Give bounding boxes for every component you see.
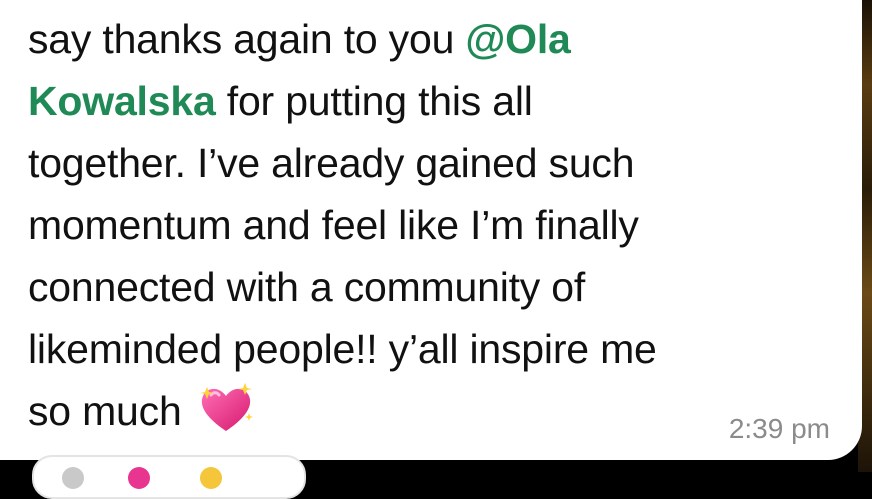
message-text: say thanks again to you @Ola Kowalska fo… [28, 8, 818, 452]
message-line-7: so much [28, 380, 818, 452]
message-timestamp: 2:39 pm [728, 413, 830, 444]
message-line-4: momentum and feel like I’m finally [28, 202, 639, 248]
message-line-1: say thanks again to you @Ola [28, 16, 571, 62]
message-line-2: Kowalska for putting this all [28, 78, 533, 124]
heart-icon[interactable] [128, 467, 150, 489]
message-line-6: likeminded people!! y’all inspire me [28, 326, 657, 372]
reactions-bar[interactable] [32, 455, 306, 499]
message-line-3: together. I’ve already gained such [28, 140, 635, 186]
mention-link-continued[interactable]: Kowalska [28, 78, 216, 124]
mention-link[interactable]: @Ola [465, 16, 570, 62]
message-line-5: connected with a community of [28, 264, 586, 310]
sparkling-heart-icon [197, 383, 255, 452]
face-icon[interactable] [62, 467, 84, 489]
smile-icon[interactable] [200, 467, 222, 489]
